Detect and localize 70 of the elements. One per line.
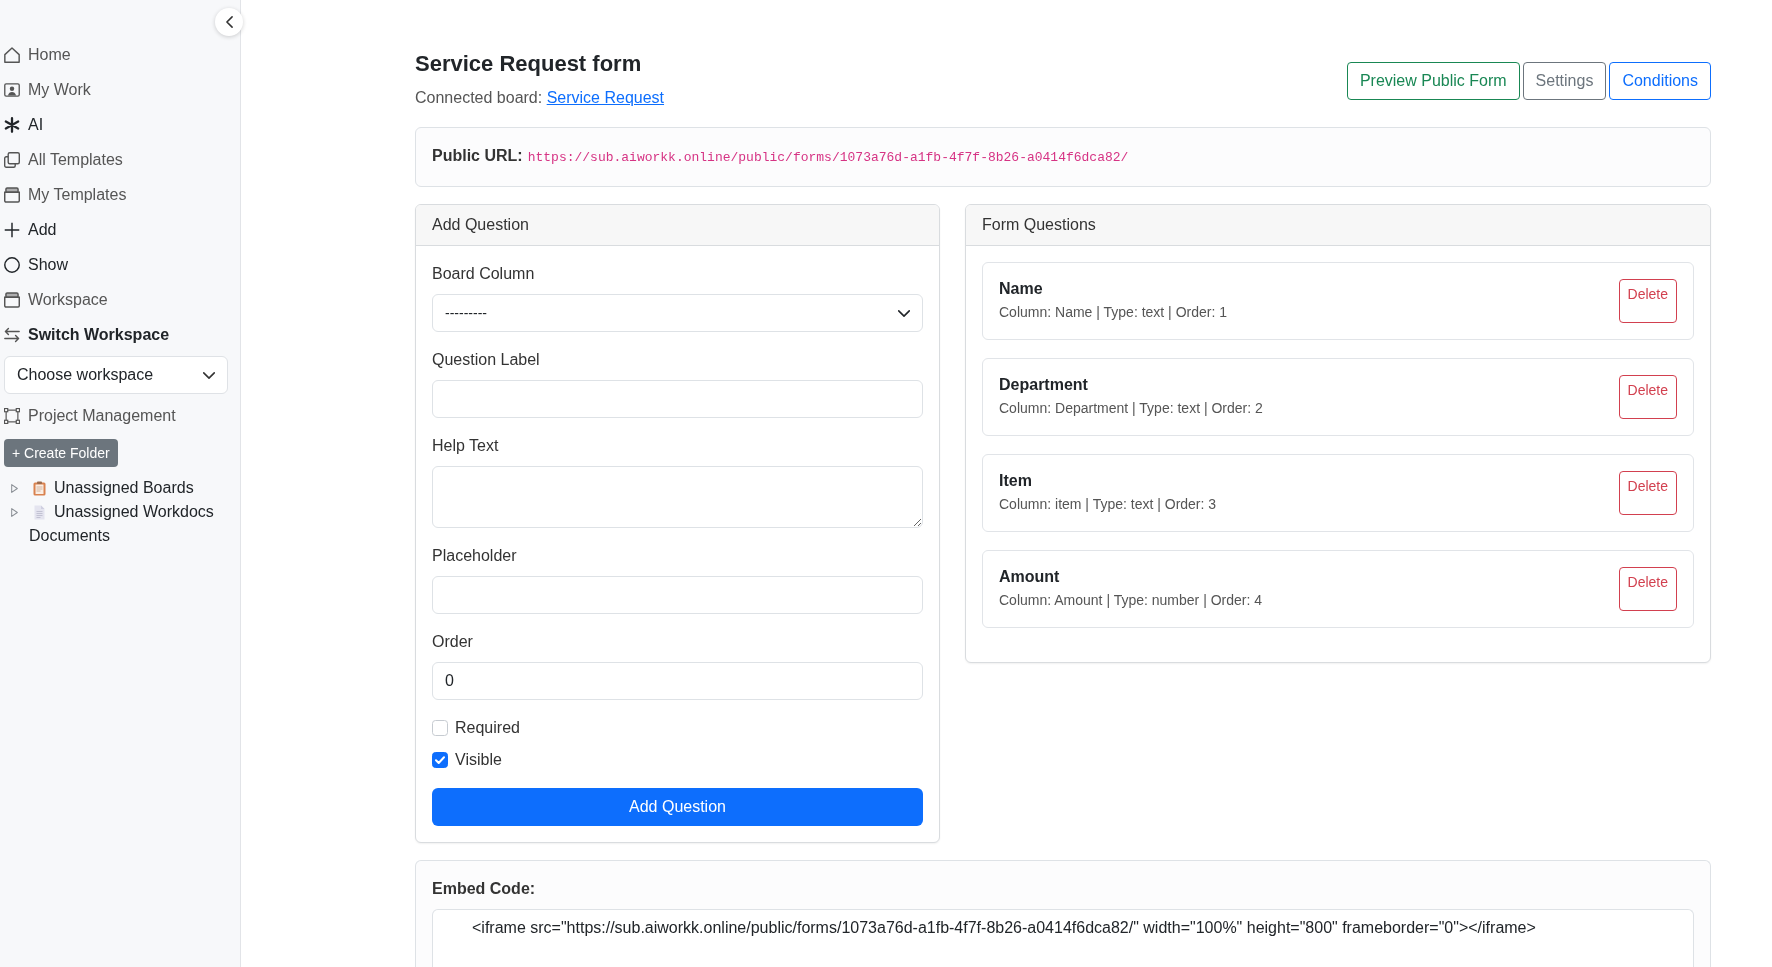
home-icon <box>4 46 20 63</box>
nav-link[interactable]: Show <box>4 247 69 282</box>
field-label: Public URL: <box>432 146 523 166</box>
field-label: Embed Code: <box>432 879 536 899</box>
field-label: Board Column <box>432 264 535 284</box>
toolbar-button[interactable]: Conditions <box>1609 61 1711 100</box>
section-heading: Switch Workspace <box>28 325 170 344</box>
delete-button[interactable]: Delete <box>1618 279 1677 323</box>
tree-item[interactable]: Unassigned Boards <box>11 476 194 500</box>
field-label: Order <box>432 632 473 652</box>
plus-icon <box>4 221 20 238</box>
select-field[interactable]: --------- <box>432 294 923 332</box>
checkbox-label: Visible <box>455 751 502 769</box>
section-label: Documents <box>29 526 110 546</box>
panel-header: Add Question <box>416 205 939 246</box>
document-icon <box>33 504 46 520</box>
swap-arrows-icon <box>4 326 20 343</box>
nav-link[interactable]: All Templates <box>4 142 123 177</box>
delete-button[interactable]: Delete <box>1618 567 1677 611</box>
text-field[interactable] <box>432 576 923 614</box>
field-label: Help Text <box>432 436 499 456</box>
question-details: Column: Amount | Type: number | Order: 4 <box>999 591 1263 610</box>
nav-link[interactable]: My Templates <box>4 177 127 212</box>
checkbox[interactable] <box>432 720 448 736</box>
tray-icon <box>4 291 20 308</box>
board-link[interactable]: Service Request <box>546 89 665 106</box>
delete-button[interactable]: Delete <box>1618 375 1677 419</box>
toolbar-button[interactable]: Preview Public Form <box>1346 61 1520 100</box>
chevron-left-icon <box>225 16 233 28</box>
page-title: Service Request form <box>415 51 642 77</box>
question-details: Column: item | Type: text | Order: 3 <box>999 495 1217 514</box>
question-title: Item <box>999 471 1032 490</box>
checkbox[interactable] <box>432 752 448 768</box>
nav-link[interactable]: Project Management <box>4 398 176 433</box>
create-folder-button[interactable]: + Create Folder <box>4 439 118 467</box>
question-title: Name <box>999 279 1043 298</box>
question-title: Amount <box>999 567 1060 586</box>
field-label: Question Label <box>432 350 540 370</box>
toolbar-button[interactable]: Settings <box>1522 61 1607 100</box>
nav-link[interactable]: AI <box>4 107 44 142</box>
bounding-box-icon <box>4 407 20 424</box>
text-field[interactable] <box>432 380 923 418</box>
tray-icon <box>4 186 20 203</box>
clipboard-icon <box>33 480 46 496</box>
textarea-field[interactable] <box>432 466 923 528</box>
nav-link[interactable]: Add <box>4 212 57 247</box>
public-url: https://sub.aiworkk.online/public/forms/1073a76d-a1fb-4f7f-8b26-a0414f6dca82/ <box>527 149 1129 167</box>
question-details: Column: Department | Type: text | Order: 2 <box>999 399 1263 418</box>
tree-item[interactable]: Unassigned Workdocs <box>11 500 214 524</box>
checkbox-label: Required <box>455 719 520 737</box>
nav-link[interactable]: Workspace <box>4 282 108 317</box>
circle-icon <box>4 256 20 273</box>
add-question-button[interactable]: Add Question <box>432 788 923 826</box>
collapse-button[interactable] <box>215 8 243 36</box>
connected-board-text: Connected board: Service Request <box>415 88 665 108</box>
workspace-select[interactable]: Choose workspace <box>4 356 228 394</box>
chevron-down-icon <box>898 309 910 317</box>
delete-button[interactable]: Delete <box>1618 471 1677 515</box>
question-details: Column: Name | Type: text | Order: 1 <box>999 303 1227 322</box>
person-frame-icon <box>4 81 20 98</box>
panel-header: Form Questions <box>966 205 1710 246</box>
chevron-down-icon <box>203 371 215 379</box>
question-title: Department <box>999 375 1088 394</box>
number-field[interactable]: 0 <box>432 662 923 700</box>
overlapping-squares-icon <box>4 151 20 168</box>
embed-code-field[interactable]: <iframe src="https://sub.aiworkk.online/public/forms/1073a76d-a1fb-4f7f-8b26-a0414f6dca82/" width="100%" height="800" frameborder="0"></iframe> <box>432 909 1694 967</box>
nav-link[interactable]: Home <box>4 37 71 72</box>
nav-link[interactable]: My Work <box>4 72 91 107</box>
field-label: Placeholder <box>432 546 517 566</box>
asterisk-icon <box>4 116 20 133</box>
